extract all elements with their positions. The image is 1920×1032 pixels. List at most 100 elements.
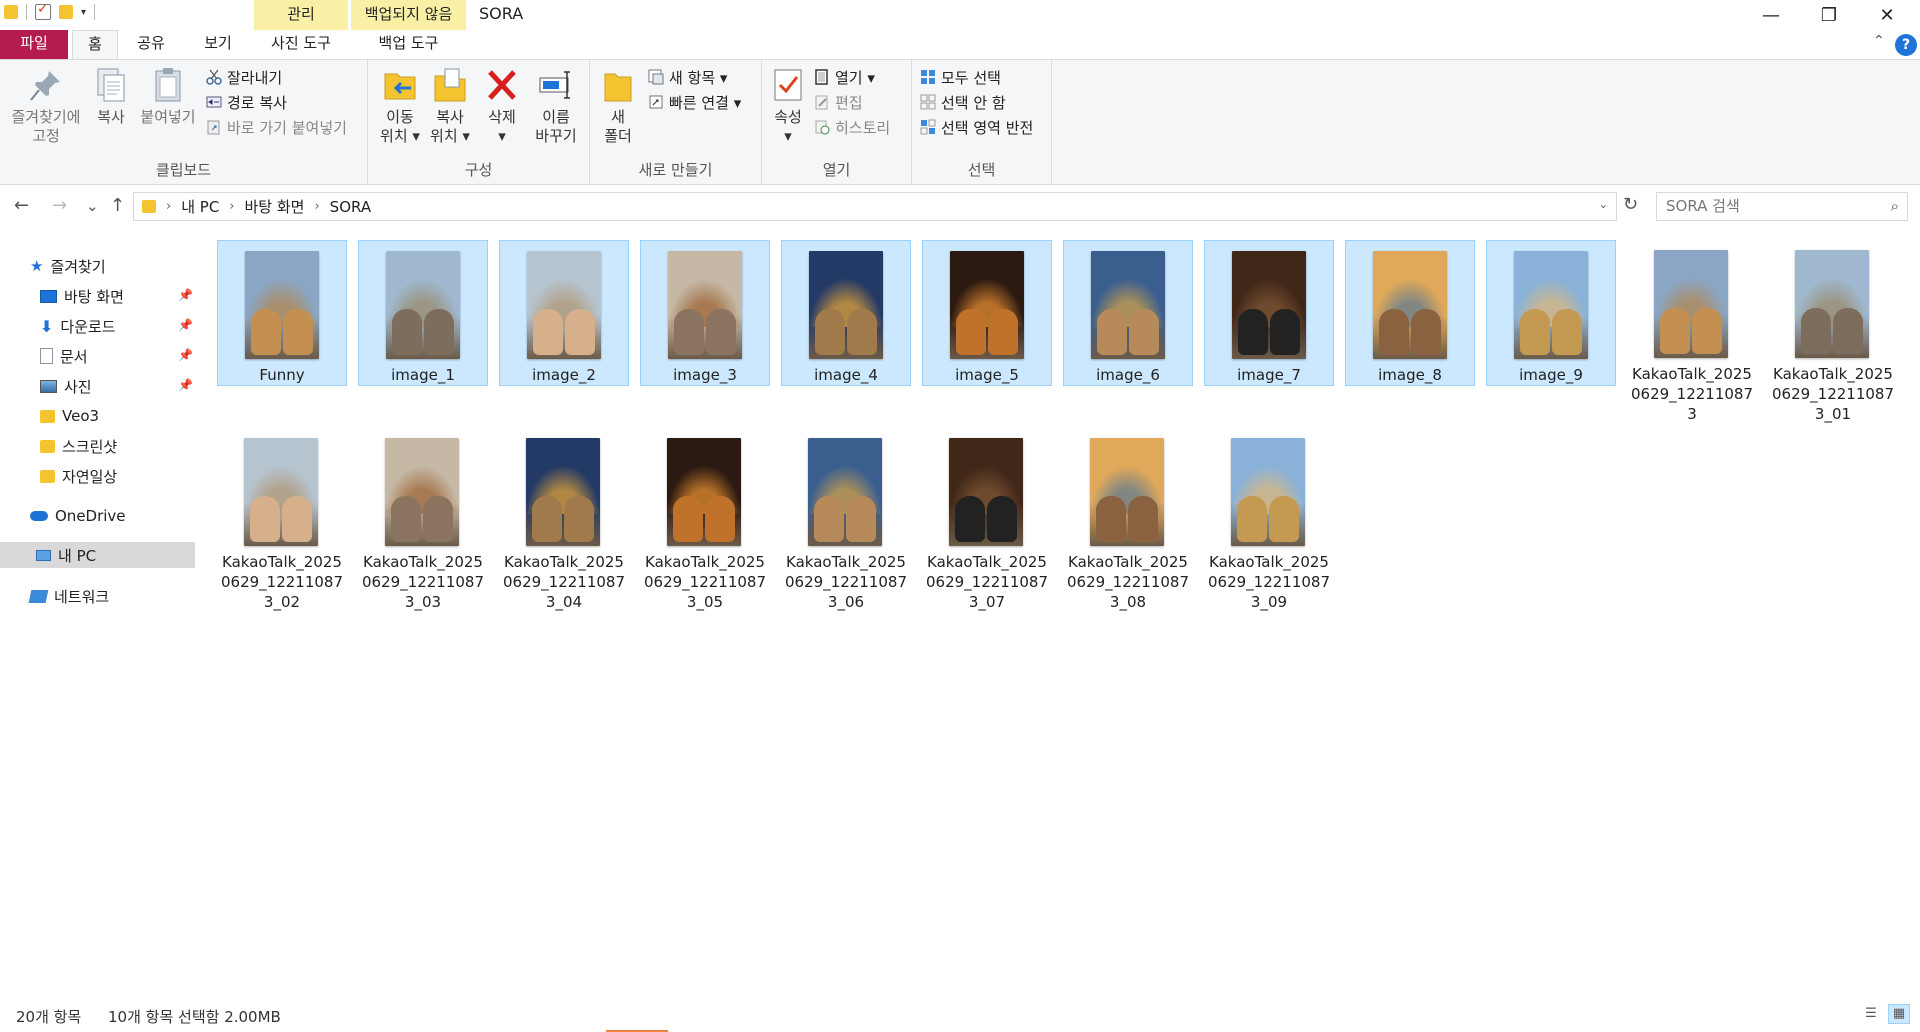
file-item[interactable]: image_4 [781,240,911,386]
tab-home[interactable]: 홈 [72,30,118,60]
file-item[interactable]: KakaoTalk_20250629_122110873 [1627,240,1757,423]
back-button[interactable]: ← [14,195,29,216]
file-item[interactable]: KakaoTalk_20250629_122110873_01 [1768,240,1898,423]
file-item[interactable]: KakaoTalk_20250629_122110873_03 [358,428,488,611]
file-item[interactable]: KakaoTalk_20250629_122110873_04 [499,428,629,611]
context-tab-manage: 관리 [254,0,348,30]
close-button[interactable]: ✕ [1858,0,1916,30]
desktop-icon [40,289,57,303]
breadcrumb-desktop[interactable]: 바탕 화면 [245,196,305,217]
minimize-button[interactable]: — [1742,0,1800,30]
address-bar[interactable]: › 내 PC › 바탕 화면 › SORA ⌄ [133,192,1617,221]
tab-file[interactable]: 파일 [0,30,68,59]
edit-button[interactable]: 편집 [814,91,863,113]
select-all-button[interactable]: 모두 선택 [920,66,1001,88]
properties-icon[interactable] [35,1,51,20]
delete-button[interactable]: 삭제 ▾ [480,66,524,146]
nav-quick-access[interactable]: ★ 즐겨찾기 [30,253,106,279]
paste-shortcut-button[interactable]: 바로 가기 붙여넣기 [206,116,347,138]
rename-button[interactable]: 이름 바꾸기 [528,66,584,146]
cut-button[interactable]: 잘라내기 [206,66,282,88]
forward-button[interactable]: → [52,195,67,216]
copy-path-button[interactable]: 경로 복사 [206,91,287,113]
restore-button[interactable]: ❐ [1800,0,1858,30]
nav-network[interactable]: 네트워크 [28,583,109,609]
breadcrumb-separator[interactable]: › [314,199,319,214]
copy-button[interactable]: 복사 [90,66,132,127]
breadcrumb-sora[interactable]: SORA [330,198,371,216]
breadcrumb-this-pc[interactable]: 내 PC [181,196,219,217]
pin-icon [27,66,65,104]
collapse-ribbon-button[interactable]: ⌃ [1873,33,1885,49]
nav-item-desktop[interactable]: 바탕 화면 [40,283,124,309]
file-name: KakaoTalk_20250629_122110873 [1630,365,1754,423]
open-button[interactable]: 열기 ▾ [814,66,875,88]
new-group-label: 새로 만들기 [638,161,713,179]
address-dropdown-button[interactable]: ⌄ [1599,198,1608,211]
file-item[interactable]: KakaoTalk_20250629_122110873_07 [922,428,1052,611]
details-view-button[interactable]: ☰ [1860,1004,1882,1024]
refresh-button[interactable]: ↻ [1623,194,1638,215]
file-item[interactable]: image_5 [922,240,1052,386]
nav-item-downloads[interactable]: ⬇ 다운로드 [40,313,116,339]
file-item[interactable]: image_2 [499,240,629,386]
new-item-label: 새 항목 ▾ [669,68,728,87]
organize-group-label: 구성 [464,161,493,179]
move-to-button[interactable]: 이동 위치 ▾ [376,66,424,146]
file-item[interactable]: Funny [217,240,347,386]
paste-shortcut-label: 바로 가기 붙여넣기 [227,118,347,137]
file-item[interactable]: image_1 [358,240,488,386]
customize-qat-button[interactable]: ▾ [81,7,86,18]
select-none-button[interactable]: 선택 안 함 [920,91,1006,113]
nav-item-screenshots[interactable]: 스크린샷 [40,433,117,459]
file-item[interactable]: image_3 [640,240,770,386]
paste-button[interactable]: 붙여넣기 [136,66,200,127]
image-thumbnail [1091,251,1165,359]
tab-photo-tools[interactable]: 사진 도구 [254,30,348,59]
tab-view[interactable]: 보기 [192,30,244,59]
file-item[interactable]: image_8 [1345,240,1475,386]
move-to-icon [381,66,419,104]
pin-to-quick-access-button[interactable]: 즐겨찾기에 고정 [6,66,86,146]
tab-share[interactable]: 공유 [128,30,174,59]
help-button[interactable]: ? [1895,34,1917,56]
image-thumbnail [527,251,601,359]
breadcrumb-separator[interactable]: › [229,199,234,214]
nav-item-veo3[interactable]: Veo3 [40,403,99,429]
nav-item-pictures[interactable]: 사진 [40,373,92,399]
pin-icon: 📌 [178,378,193,392]
nav-this-pc-label: 내 PC [58,546,97,565]
image-thumbnail [245,251,319,359]
search-input[interactable]: SORA 검색 ⌕ [1656,192,1908,221]
file-item[interactable]: KakaoTalk_20250629_122110873_08 [1063,428,1193,611]
new-folder-button[interactable]: 새 폴더 [598,66,638,146]
file-item[interactable]: image_9 [1486,240,1616,386]
new-folder-icon[interactable] [59,5,73,19]
properties-button[interactable]: 속성 ▾ [768,66,808,146]
divider [26,4,27,20]
file-item[interactable]: KakaoTalk_20250629_122110873_06 [781,428,911,611]
scissors-icon [206,69,222,85]
large-icons-view-button[interactable]: ▦ [1888,1004,1910,1024]
history-button[interactable]: 히스토리 [814,116,890,138]
item-count: 20개 항목 [16,1008,82,1026]
nav-item-nature[interactable]: 자연일상 [40,463,117,489]
file-item[interactable]: image_7 [1204,240,1334,386]
recent-locations-button[interactable]: ⌄ [86,197,99,215]
file-item[interactable]: KakaoTalk_20250629_122110873_09 [1204,428,1334,611]
invert-selection-button[interactable]: 선택 영역 반전 [920,116,1033,138]
up-button[interactable]: ↑ [110,195,125,216]
delete-label: 삭제 ▾ [488,108,516,145]
copy-path-icon [206,94,222,110]
nav-item-documents[interactable]: 문서 [40,343,88,369]
breadcrumb-separator[interactable]: › [166,199,171,214]
copy-to-button[interactable]: 복사 위치 ▾ [426,66,474,146]
file-item[interactable]: KakaoTalk_20250629_122110873_05 [640,428,770,611]
file-item[interactable]: KakaoTalk_20250629_122110873_02 [217,428,347,611]
new-item-button[interactable]: 새 항목 ▾ [648,66,727,88]
nav-this-pc[interactable]: 내 PC [0,542,195,568]
tab-backup-tools[interactable]: 백업 도구 [351,30,466,59]
easy-access-button[interactable]: 빠른 연결 ▾ [648,91,741,113]
file-item[interactable]: image_6 [1063,240,1193,386]
nav-onedrive[interactable]: OneDrive [30,503,126,529]
